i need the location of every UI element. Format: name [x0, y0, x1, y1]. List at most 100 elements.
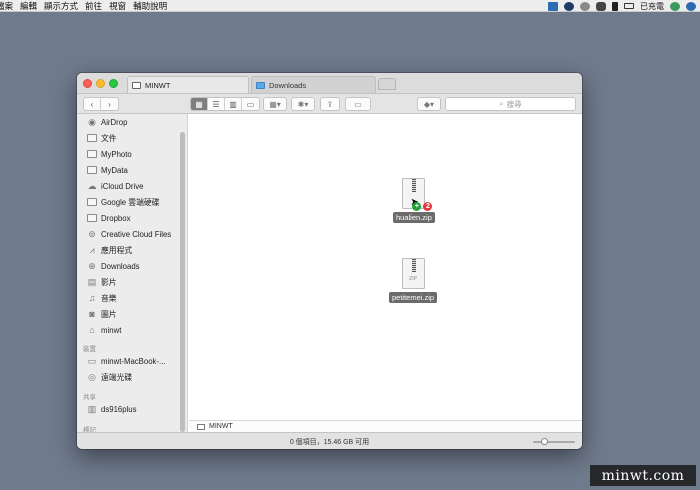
menubar-dot-icon[interactable]	[564, 1, 574, 11]
search-placeholder: 搜尋	[506, 99, 522, 109]
arrange-button[interactable]: ▦▾	[263, 97, 287, 111]
sidebar-item-label: 文件	[101, 133, 117, 143]
pictures-icon: ◙	[89, 309, 95, 319]
list-view-button[interactable]: ☰	[208, 98, 225, 110]
sidebar-item-google-drive[interactable]: Google 雲端硬碟	[87, 196, 160, 208]
folder-icon	[87, 198, 97, 207]
menu-edit[interactable]: 編輯	[20, 0, 46, 12]
file-item-hualien[interactable]: ➤ + 2 hualien.zip	[393, 178, 435, 223]
column-view-button[interactable]: ▥	[225, 98, 242, 110]
applications-icon: ⩘	[89, 244, 95, 255]
action-gear-button[interactable]: ✱▾	[291, 97, 315, 111]
icon-view-button[interactable]: ▦	[191, 98, 208, 110]
file-item-petitemei[interactable]: ZIP petitemei.zip	[389, 258, 438, 303]
icon-size-slider[interactable]	[533, 438, 575, 445]
disc-icon: ◎	[88, 371, 96, 382]
downloads-folder-icon	[256, 81, 265, 89]
sidebar-scrollbar[interactable]	[180, 132, 185, 432]
sidebar-item-label: minwt-MacBook-...	[101, 356, 166, 366]
status-bar: 0 個項目，15.46 GB 可用	[77, 432, 582, 449]
menu-help[interactable]: 輔助說明	[133, 0, 176, 12]
sidebar-item-label: 音樂	[101, 293, 117, 303]
menu-view[interactable]: 顯示方式	[44, 0, 87, 12]
sidebar-item-label: minwt	[101, 325, 122, 335]
sidebar-item-airdrop[interactable]: ◉ AirDrop	[87, 116, 127, 128]
sidebar-item-dropbox[interactable]: Dropbox	[87, 212, 130, 224]
forward-button[interactable]: ›	[101, 98, 118, 110]
slider-knob[interactable]	[541, 438, 548, 445]
battery-icon[interactable]	[624, 3, 634, 9]
zoom-window-button[interactable]	[109, 79, 118, 88]
sidebar-item-label: 圖片	[101, 309, 117, 319]
sidebar-item-label: MyData	[101, 165, 128, 175]
sidebar-item-creative-cloud[interactable]: ⊚ Creative Cloud Files	[87, 228, 171, 240]
close-window-button[interactable]	[83, 79, 92, 88]
sidebar-item-movies[interactable]: ▤ 影片	[87, 276, 117, 288]
sidebar-item-label: 應用程式	[101, 245, 133, 255]
nav-buttons: ‹ ›	[83, 97, 119, 111]
shared-header: 共享	[83, 394, 96, 401]
file-name-label: hualien.zip	[393, 212, 435, 223]
menu-file[interactable]: 檔案	[0, 0, 22, 12]
zip-file-icon: ZIP	[401, 258, 425, 289]
tab-bar: MINWT Downloads	[77, 73, 582, 94]
menu-go[interactable]: 前往	[85, 0, 111, 12]
movies-icon: ▤	[87, 276, 97, 287]
music-icon: ♫	[88, 293, 96, 303]
sidebar-item-label: 影片	[101, 277, 117, 287]
sidebar-item-label: ds916plus	[101, 404, 137, 414]
laptop-icon: ▭	[87, 355, 97, 366]
gallery-view-button[interactable]: ▭	[242, 98, 259, 110]
sidebar-item-ds916plus[interactable]: ▥ ds916plus	[87, 403, 137, 415]
server-icon: ▥	[87, 403, 97, 414]
sidebar-item-mydata[interactable]: MyData	[87, 164, 128, 176]
dropbox-button[interactable]: ◆▾	[417, 97, 441, 111]
zipper-graphic	[411, 259, 416, 272]
tab-minwt[interactable]: MINWT	[127, 76, 249, 93]
drive-icon	[197, 423, 205, 430]
cloud-icon: ☁	[87, 180, 97, 191]
search-field[interactable]: ⌕ 搜尋	[445, 97, 576, 111]
sidebar-item-icloud-drive[interactable]: ☁ iCloud Drive	[87, 180, 144, 192]
sidebar-item-label: MyPhoto	[101, 149, 132, 159]
menubar-app-icon[interactable]	[548, 1, 558, 11]
watermark: minwt.com	[590, 465, 696, 486]
sidebar-item-label: AirDrop	[101, 117, 128, 127]
toolbar: ‹ › ▦ ☰ ▥ ▭ ▦▾ ✱▾ ⇪ ▭ ◆▾ ⌕ 搜尋	[77, 94, 582, 114]
sidebar-item-macbook[interactable]: ▭ minwt-MacBook-...	[87, 355, 166, 367]
zipper-graphic	[412, 179, 417, 192]
path-bar: MINWT	[189, 420, 582, 432]
devices-header: 裝置	[83, 346, 96, 353]
sidebar-item-applications[interactable]: ⩘ 應用程式	[87, 244, 132, 256]
sidebar-item-label: Google 雲端硬碟	[101, 197, 160, 207]
zip-type-label: ZIP	[409, 276, 417, 282]
sidebar-item-music[interactable]: ♫ 音樂	[87, 292, 117, 304]
sidebar-item-myphoto[interactable]: MyPhoto	[87, 148, 132, 160]
sidebar-item-label: Downloads	[101, 261, 140, 271]
menubar-globe-icon[interactable]	[670, 1, 680, 11]
folder-icon	[87, 166, 97, 175]
sidebar: ◉ AirDrop 文件 MyPhoto MyData ☁ iCloud Drive…	[77, 114, 188, 436]
documents-icon	[87, 134, 97, 143]
edit-tags-button[interactable]: ▭	[345, 97, 371, 111]
sidebar-item-documents[interactable]: 文件	[87, 132, 117, 144]
sidebar-item-pictures[interactable]: ◙ 圖片	[87, 308, 117, 320]
file-browser-area[interactable]: ➤ + 2 hualien.zip ZIP petitemei.zip	[189, 114, 582, 420]
sidebar-item-downloads[interactable]: ⊕ Downloads	[87, 260, 140, 272]
sidebar-item-label: Dropbox	[101, 213, 131, 223]
new-tab-button[interactable]	[378, 78, 396, 90]
back-button[interactable]: ‹	[84, 98, 101, 110]
menubar-wifi-icon[interactable]	[686, 1, 696, 11]
share-button[interactable]: ⇪	[320, 97, 340, 111]
folder-icon	[87, 214, 97, 223]
menubar-chat-icon[interactable]	[596, 1, 606, 11]
sidebar-item-home[interactable]: ⌂ minwt	[87, 324, 121, 336]
menubar-sync-icon[interactable]	[580, 1, 590, 11]
minimize-window-button[interactable]	[96, 79, 105, 88]
home-icon: ⌂	[89, 325, 95, 335]
sidebar-item-remote-disc[interactable]: ◎ 遠端光碟	[87, 371, 132, 383]
tab-downloads[interactable]: Downloads	[251, 76, 376, 93]
path-item-minwt[interactable]: MINWT	[209, 423, 233, 430]
menubar-flag-icon[interactable]	[612, 1, 618, 11]
menu-window[interactable]: 視窗	[109, 0, 135, 12]
